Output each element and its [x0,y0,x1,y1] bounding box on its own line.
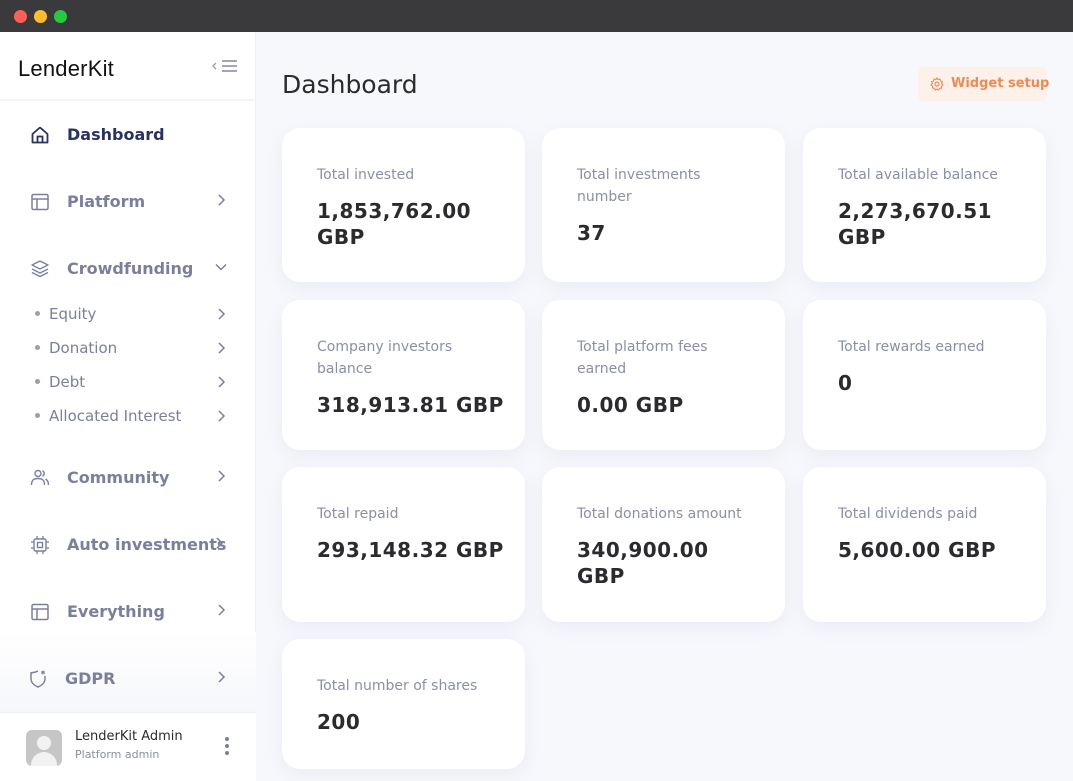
stat-card-total-repaid: Total repaid 293,148.32 GBP [282,467,525,622]
sidebar-item-label: Auto investments [67,535,227,554]
stat-value: 1,853,762.00 GBP [317,199,472,249]
layers-icon [31,260,49,278]
chevron-right-icon [218,308,226,320]
maximize-window-button[interactable] [54,10,67,23]
chevron-right-icon [216,537,224,549]
chevron-right-icon [218,342,226,354]
sidebar-subitem-label: Equity [49,305,97,323]
stat-title: Total dividends paid [838,506,978,522]
sidebar-item-label: Community [67,468,170,487]
brand-header: LenderKit [0,32,256,101]
stat-card-total-invested: Total invested 1,853,762.00 GBP [282,128,525,282]
stat-card-total-number-of-shares: Total number of shares 200 [282,639,525,769]
more-options-button[interactable] [220,735,234,757]
logo[interactable]: LenderKit [18,56,114,82]
bullet-icon [35,413,40,418]
close-window-button[interactable] [14,10,27,23]
stat-card-total-donations-amount: Total donations amount 340,900.00 GBP [542,467,785,622]
stat-value: 340,900.00 GBP [577,538,709,588]
chevron-down-icon [215,263,227,271]
shield-icon [30,670,46,688]
chevron-right-icon [218,376,226,388]
chip-icon [31,536,49,554]
chevron-right-icon [218,671,226,683]
sidebar-item-everything[interactable]: Everything [0,591,256,631]
sidebar-item-crowdfunding[interactable]: Crowdfunding [0,248,256,288]
bullet-icon [35,345,40,350]
sidebar-subitem-equity[interactable]: Equity [0,302,256,328]
kebab-dot [225,744,229,748]
sidebar-item-dashboard[interactable]: Dashboard [0,114,256,154]
chevron-right-icon [218,470,226,482]
stat-value: 200 [317,710,361,734]
stat-value: 37 [577,221,606,245]
stat-card-total-rewards-earned: Total rewards earned 0 [803,300,1046,450]
sidebar-item-label: Everything [67,602,165,621]
sidebar-item-platform[interactable]: Platform [0,181,256,221]
stat-value: 5,600.00 GBP [838,538,996,562]
profile-name: LenderKit Admin [75,729,183,744]
stat-card-total-platform-fees-earned: Total platform fees earned 0.00 GBP [542,300,785,450]
stat-title: Total rewards earned [838,339,985,355]
widget-setup-button[interactable]: Widget setup [918,67,1050,101]
app-window: LenderKit Dashboard Platform Crowdfundin… [0,0,1073,781]
sidebar-subitem-label: Donation [49,339,118,357]
stat-title: Total donations amount [577,506,742,522]
stat-card-total-available-balance: Total available balance 2,273,670.51 GBP [803,128,1046,282]
avatar-body [31,752,57,766]
title-bar [0,0,1073,32]
profile-role: Platform admin [75,748,160,761]
page-title: Dashboard [282,70,418,99]
sidebar-subitem-donation[interactable]: Donation [0,336,256,362]
stat-title: Company investors balance [317,339,453,377]
sidebar-item-auto-investments[interactable]: Auto investments [0,524,256,564]
sidebar-item-label: Dashboard [67,125,165,144]
stat-title: Total invested [317,167,415,183]
gear-icon [930,77,944,91]
minimize-window-button[interactable] [34,10,47,23]
widget-setup-label: Widget setup [951,76,1050,91]
stat-value: 2,273,670.51 GBP [838,199,993,249]
sidebar-subitem-allocated-interest[interactable]: Allocated Interest [0,404,256,430]
sidebar-subitem-label: Debt [49,373,86,391]
stat-title: Total available balance [838,167,998,183]
user-profile[interactable]: LenderKit Admin Platform admin [0,712,256,781]
kebab-dot [225,737,229,741]
users-icon [30,469,50,486]
bullet-icon [35,379,40,384]
stat-value: 318,913.81 GBP [317,393,504,417]
avatar-head [37,736,51,750]
sidebar-item-community[interactable]: Community [0,457,256,497]
layout-icon [31,193,49,211]
sidebar: LenderKit Dashboard Platform Crowdfundin… [0,32,256,781]
stat-title: Total platform fees earned [577,339,708,377]
main-content: Dashboard Widget setup Total invested 1,… [256,32,1073,781]
stat-value: 0.00 GBP [577,393,684,417]
avatar [26,730,62,766]
sidebar-item-label: GDPR [65,669,116,688]
collapse-sidebar-button[interactable] [210,58,240,76]
stat-card-company-investors-balance: Company investors balance 318,913.81 GBP [282,300,525,450]
sidebar-item-gdpr[interactable]: GDPR [0,658,256,698]
sidebar-subitem-label: Allocated Interest [49,407,182,425]
sidebar-item-label: Crowdfunding [67,259,194,278]
stat-value: 0 [838,371,853,395]
sidebar-item-label: Platform [67,192,146,211]
layout-icon [31,603,49,621]
bullet-icon [35,311,40,316]
chevron-right-icon [218,410,226,422]
home-icon [31,126,49,144]
stat-card-total-dividends-paid: Total dividends paid 5,600.00 GBP [803,467,1046,622]
stat-value: 293,148.32 GBP [317,538,504,562]
stat-title: Total investments number [577,167,701,205]
stat-title: Total repaid [317,506,399,522]
collapse-menu-icon [212,60,237,72]
sidebar-subitem-debt[interactable]: Debt [0,370,256,396]
stat-card-total-investments-number: Total investments number 37 [542,128,785,282]
chevron-right-icon [218,604,226,616]
stat-title: Total number of shares [317,678,478,694]
kebab-dot [225,751,229,755]
chevron-right-icon [218,194,226,206]
